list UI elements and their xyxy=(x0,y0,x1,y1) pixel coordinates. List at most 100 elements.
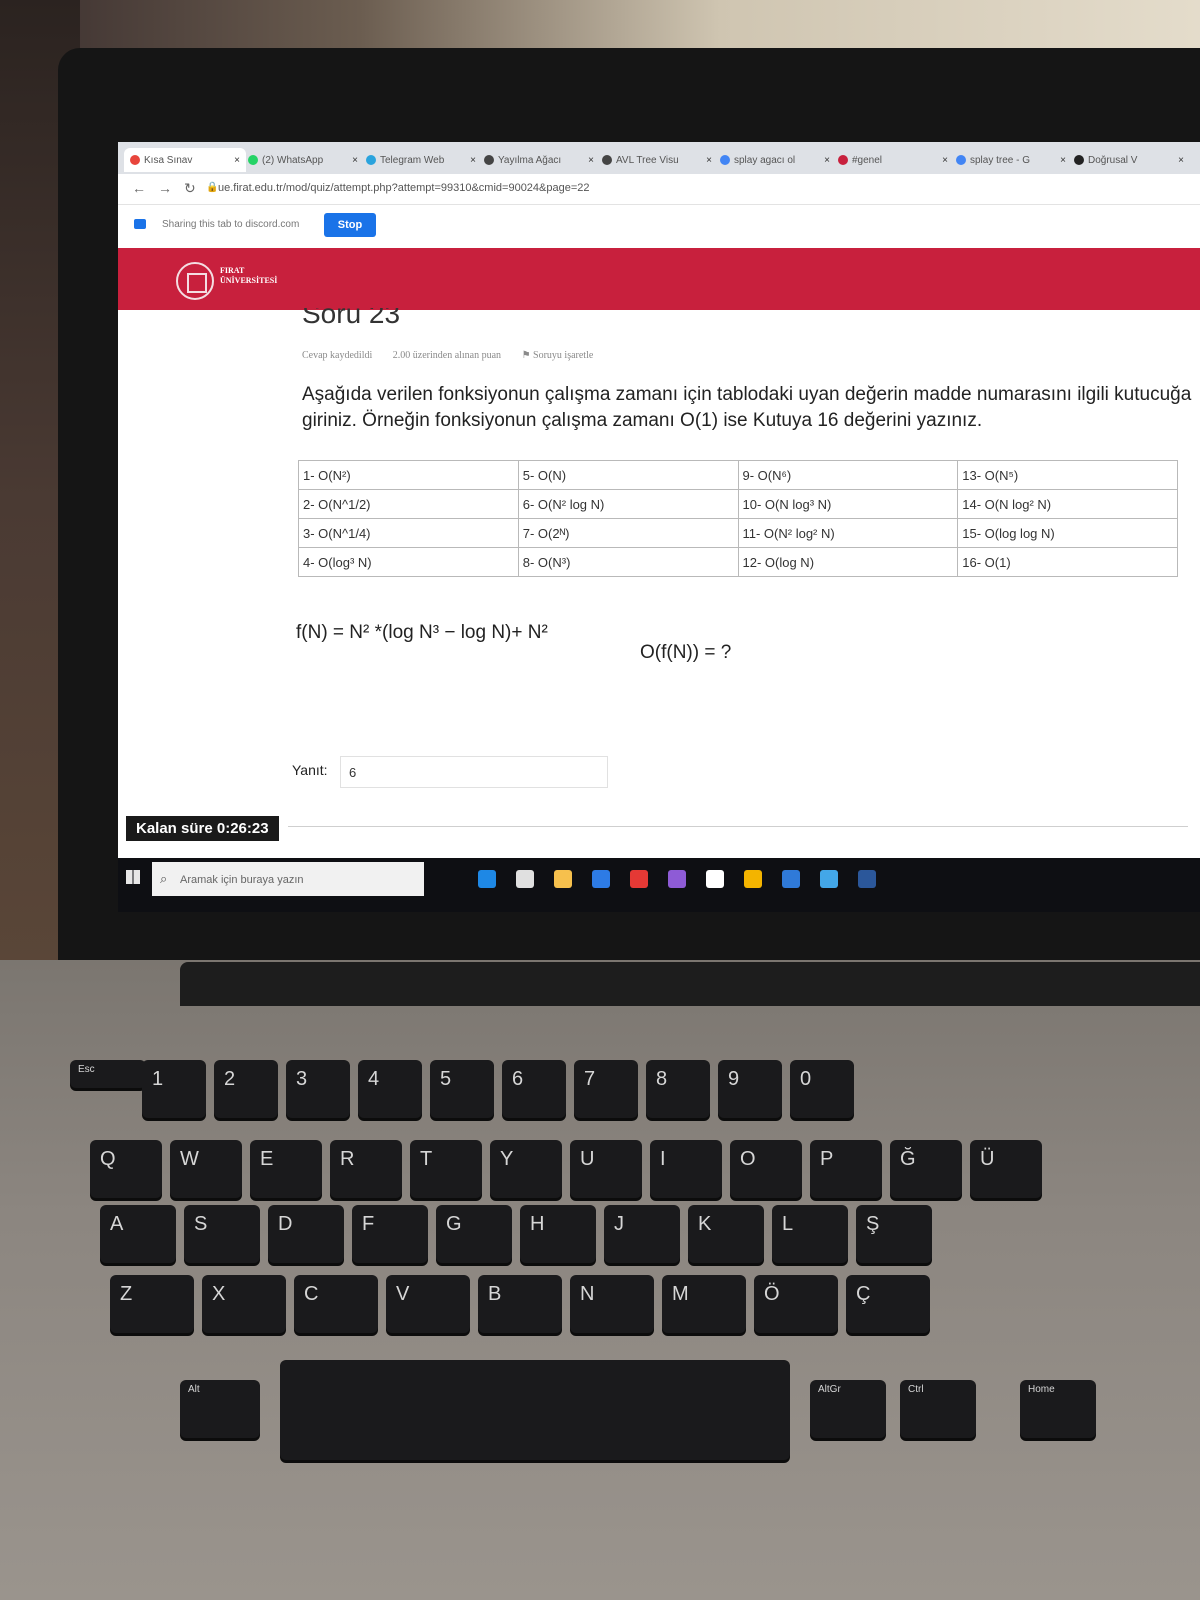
table-cell: 12- O(log N) xyxy=(737,547,959,577)
address-bar[interactable]: ← → ↻ 🔒 ue.firat.edu.tr/mod/quiz/attempt… xyxy=(118,174,1200,205)
key-ctrl[interactable]: Ctrl xyxy=(900,1380,976,1438)
browser-tab[interactable]: Kısa Sınav × xyxy=(124,148,246,172)
tab-label: Kısa Sınav xyxy=(144,154,193,166)
tab-label: Doğrusal V xyxy=(1088,154,1138,166)
tab-favicon-icon xyxy=(838,155,848,165)
close-tab-icon[interactable]: × xyxy=(1178,155,1184,166)
key-7[interactable]: 7 xyxy=(574,1060,638,1118)
app-icon[interactable] xyxy=(782,870,800,888)
key-b[interactable]: B xyxy=(478,1275,562,1333)
close-tab-icon[interactable]: × xyxy=(234,155,240,166)
key-q[interactable]: Q xyxy=(90,1140,162,1198)
key-o[interactable]: O xyxy=(730,1140,802,1198)
key-y[interactable]: Y xyxy=(490,1140,562,1198)
browser-tab[interactable]: splay agacı ol × xyxy=(714,148,836,172)
reload-icon[interactable]: ↻ xyxy=(184,180,196,197)
close-tab-icon[interactable]: × xyxy=(352,155,358,166)
answer-input[interactable] xyxy=(340,756,608,788)
key-3[interactable]: 3 xyxy=(286,1060,350,1118)
url-text[interactable]: ue.firat.edu.tr/mod/quiz/attempt.php?att… xyxy=(218,182,590,194)
shield-icon[interactable] xyxy=(820,870,838,888)
key-c[interactable]: C xyxy=(294,1275,378,1333)
key-9[interactable]: 9 xyxy=(718,1060,782,1118)
edge-icon[interactable] xyxy=(478,870,496,888)
key-altgr[interactable]: AltGr xyxy=(810,1380,886,1438)
key-p[interactable]: P xyxy=(810,1140,882,1198)
key-a[interactable]: A xyxy=(100,1205,176,1263)
close-tab-icon[interactable]: × xyxy=(824,155,830,166)
spacebar[interactable] xyxy=(280,1360,790,1460)
key-alt[interactable]: Alt xyxy=(180,1380,260,1438)
key-5[interactable]: 5 xyxy=(430,1060,494,1118)
key-8[interactable]: 8 xyxy=(646,1060,710,1118)
browser-tab[interactable]: (2) WhatsApp × xyxy=(242,148,364,172)
key-v[interactable]: V xyxy=(386,1275,470,1333)
key-k[interactable]: K xyxy=(688,1205,764,1263)
key-r[interactable]: R xyxy=(330,1140,402,1198)
function-formula: f(N) = N² *(log N³ − log N)+ N² xyxy=(296,622,548,643)
taskbar-search[interactable]: ⌕ Aramak için buraya yazın xyxy=(152,862,424,896)
key-f[interactable]: F xyxy=(352,1205,428,1263)
key-d[interactable]: D xyxy=(268,1205,344,1263)
key-ğ[interactable]: Ğ xyxy=(890,1140,962,1198)
share-text: Sharing this tab to discord.com xyxy=(162,219,300,230)
key-g[interactable]: G xyxy=(436,1205,512,1263)
key-e[interactable]: E xyxy=(250,1140,322,1198)
table-cell: 7- O(2ᴺ) xyxy=(517,518,739,548)
browser-tab[interactable]: AVL Tree Visu × xyxy=(596,148,718,172)
question-status: Cevap kaydedildi xyxy=(302,350,373,361)
key-2[interactable]: 2 xyxy=(214,1060,278,1118)
browser-tab[interactable]: splay tree - G × xyxy=(950,148,1072,172)
close-tab-icon[interactable]: × xyxy=(1060,155,1066,166)
word-icon[interactable] xyxy=(858,870,876,888)
key-ö[interactable]: Ö xyxy=(754,1275,838,1333)
close-tab-icon[interactable]: × xyxy=(588,155,594,166)
browser-tab[interactable]: Doğrusal V × xyxy=(1068,148,1190,172)
browser-tab[interactable]: Yayılma Ağacı × xyxy=(478,148,600,172)
chrome-icon[interactable] xyxy=(744,870,762,888)
flag-question-link[interactable]: ⚑ Soruyu işaretle xyxy=(522,350,612,361)
key-ü[interactable]: Ü xyxy=(970,1140,1042,1198)
key-4[interactable]: 4 xyxy=(358,1060,422,1118)
tab-label: #genel xyxy=(852,154,883,166)
key-s[interactable]: S xyxy=(184,1205,260,1263)
folder-icon[interactable] xyxy=(554,870,572,888)
opera-icon[interactable] xyxy=(630,870,648,888)
table-cell: 13- O(N⁵) xyxy=(957,460,1178,490)
media-icon[interactable] xyxy=(706,870,724,888)
key-u[interactable]: U xyxy=(570,1140,642,1198)
close-tab-icon[interactable]: × xyxy=(470,155,476,166)
close-tab-icon[interactable]: × xyxy=(706,155,712,166)
key-t[interactable]: T xyxy=(410,1140,482,1198)
table-row: 1- O(N²) 5- O(N) 9- O(N⁶) 13- O(N⁵) xyxy=(298,460,1178,490)
key-j[interactable]: J xyxy=(604,1205,680,1263)
store-icon[interactable] xyxy=(516,870,534,888)
tab-label: splay agacı ol xyxy=(734,154,796,166)
key-x[interactable]: X xyxy=(202,1275,286,1333)
key-home[interactable]: Home xyxy=(1020,1380,1096,1438)
forward-icon[interactable]: → xyxy=(158,180,172,196)
key-0[interactable]: 0 xyxy=(790,1060,854,1118)
key-ç[interactable]: Ç xyxy=(846,1275,930,1333)
key-w[interactable]: W xyxy=(170,1140,242,1198)
university-logo[interactable] xyxy=(176,262,214,300)
visual-studio-icon[interactable] xyxy=(668,870,686,888)
mail-icon[interactable] xyxy=(592,870,610,888)
key-1[interactable]: 1 xyxy=(142,1060,206,1118)
back-icon[interactable]: ← xyxy=(132,180,146,196)
browser-tab[interactable]: Telegram Web × xyxy=(360,148,482,172)
key-6[interactable]: 6 xyxy=(502,1060,566,1118)
key-n[interactable]: N xyxy=(570,1275,654,1333)
key-m[interactable]: M xyxy=(662,1275,746,1333)
stop-sharing-button[interactable]: Stop xyxy=(324,213,376,237)
key-l[interactable]: L xyxy=(772,1205,848,1263)
key-ş[interactable]: Ş xyxy=(856,1205,932,1263)
key-i[interactable]: I xyxy=(650,1140,722,1198)
close-tab-icon[interactable]: × xyxy=(942,155,948,166)
key-h[interactable]: H xyxy=(520,1205,596,1263)
browser-tab[interactable]: #genel × xyxy=(832,148,954,172)
windows-start-icon[interactable] xyxy=(126,870,140,884)
table-cell: 11- O(N² log² N) xyxy=(737,518,959,548)
key-esc[interactable]: Esc xyxy=(70,1060,146,1088)
key-z[interactable]: Z xyxy=(110,1275,194,1333)
